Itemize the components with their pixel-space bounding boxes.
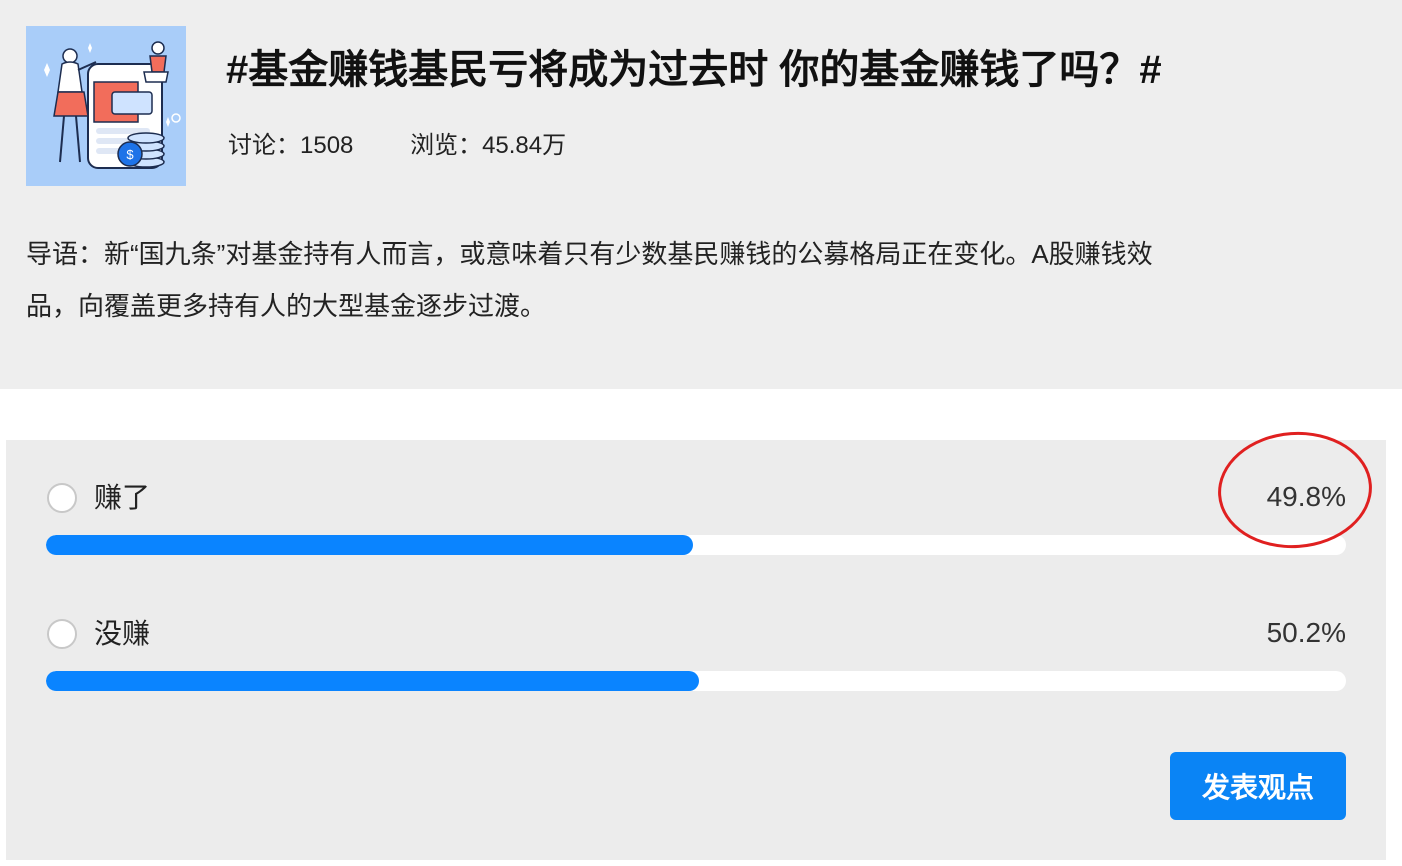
option-percent: 50.2% (1266, 617, 1346, 648)
intro-line-2: 品，向覆盖更多持有人的大型基金逐步过渡。 (26, 291, 547, 321)
option-label: 赚了 (94, 482, 151, 513)
poll-option-not-earned[interactable]: 没赚 50.2% (6, 617, 1386, 719)
view-value: 45.84万 (482, 132, 567, 159)
poll-option-earned[interactable]: 赚了 49.8% (6, 481, 1386, 583)
svg-text:$: $ (126, 147, 134, 162)
topic-intro: 导语：新“国九条”对基金持有人而言，或意味着只有少数基民赚钱的公募格局正在变化。… (26, 228, 1402, 332)
option-label: 没赚 (94, 618, 151, 649)
topic-header: $ #基金赚钱基民亏将成为过去时 你的基金赚钱了吗？# 讨论：1508 浏览：4… (0, 0, 1402, 389)
submit-opinion-button[interactable]: 发表观点 (1170, 752, 1346, 820)
finance-illustration-icon: $ (26, 26, 186, 186)
radio-button[interactable] (47, 483, 77, 513)
discussion-value: 1508 (300, 132, 354, 159)
progress-fill (46, 671, 699, 691)
discussion-count: 讨论：1508 (228, 128, 353, 164)
progress-track (46, 535, 1346, 555)
intro-line-1: 导语：新“国九条”对基金持有人而言，或意味着只有少数基民赚钱的公募格局正在变化。… (26, 239, 1153, 269)
view-label: 浏览： (410, 132, 483, 159)
radio-button[interactable] (47, 619, 77, 649)
topic-title: #基金赚钱基民亏将成为过去时 你的基金赚钱了吗？# (226, 48, 1162, 92)
topic-stats: 讨论：1508 浏览：45.84万 (228, 128, 616, 164)
topic-cover-image: $ (26, 26, 186, 186)
progress-track (46, 671, 1346, 691)
progress-fill (46, 535, 694, 555)
discussion-label: 讨论： (228, 132, 300, 159)
view-count: 浏览：45.84万 (410, 128, 566, 164)
